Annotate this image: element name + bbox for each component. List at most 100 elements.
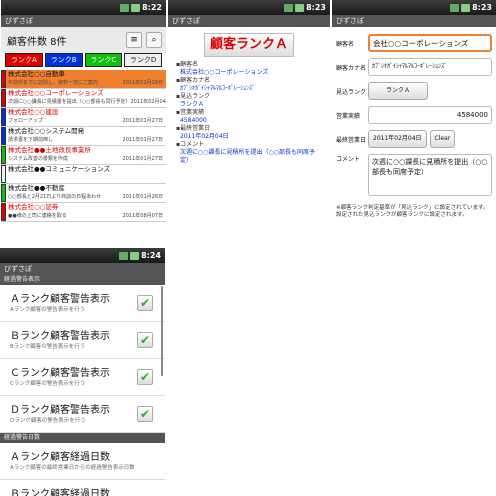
rank-tab[interactable]: ランクA — [5, 53, 43, 67]
row-meta: システム改善の書類を作成 2011年01月27日 — [8, 155, 166, 164]
row-text: 株式会社○○コーポレーションズ 次週に○○課長に見積書を提出（○○部長も同行予定）… — [6, 89, 166, 107]
name-label: 顧客名 — [336, 40, 355, 48]
app-title: びずさぽ — [1, 15, 166, 27]
row-meta: 次週に○○課長に見積書を提出（○○部長も同行予定）2011年02月04日 — [8, 98, 166, 107]
row-date: 2011年02月04日 — [130, 99, 166, 105]
customer-name: 株式会社●●不動産 — [8, 184, 65, 192]
clock: 8:24 — [141, 251, 161, 260]
customer-count: 顧客件数 8件 — [7, 36, 67, 48]
app-title: びずさぽ — [168, 15, 330, 27]
row-date: 2011年02月28日 — [122, 80, 163, 86]
row-date: 2011年08月07日 — [122, 213, 163, 219]
rank-tab[interactable]: ランクB — [44, 53, 83, 67]
pref-item[interactable]: Ａランク顧客警告表示 Aランク顧客の警告表示を行う ✔ — [0, 285, 165, 322]
date-label: 最終営業日 — [336, 136, 367, 144]
row-meta: 午前中までに訪問し、資料一式にご案内 2011年02月28日 — [8, 79, 166, 88]
app-title: びずさぽ — [0, 263, 165, 275]
status-bar: 8:23 — [332, 0, 496, 15]
customer-name: 株式会社○○コーポレーションズ — [8, 89, 104, 97]
rank-tab[interactable]: ランクC — [84, 53, 123, 67]
row-date: 2011年01月27日 — [122, 118, 163, 124]
row-comment: 次週に○○課長に見積書を提出（○○部長も同行予定） — [8, 99, 131, 105]
rank-tab[interactable]: ランクD — [124, 53, 162, 67]
row-text: 株式会社●●不動産 ○○部長と2月21日より商談の日程あわせ 2011年01月26日 — [6, 184, 166, 202]
rank-note: ※顧客ランク判定基準が「見込ランク」に設定されています。設定された見込ランクが顧… — [336, 205, 489, 218]
battery-icon — [131, 3, 141, 12]
scrollbar[interactable] — [161, 286, 163, 376]
row-comment: フォローアップ — [8, 118, 43, 124]
pref-title: Ｂランク顧客経過日数 — [10, 489, 110, 496]
customer-row[interactable]: 株式会社○○コーポレーションズ 次週に○○課長に見積書を提出（○○部長も同行予定）… — [1, 89, 166, 108]
detail-value: 次週に○○課長に見積所を提出（○○部長も同席予定） — [180, 149, 315, 164]
detail-value: 株式会社○○コーポレーションズ — [180, 69, 269, 76]
checkbox-checked-icon[interactable]: ✔ — [137, 369, 153, 385]
kana-input[interactable]: ｶﾌﾞｼｷｶﾞｲｼｬﾏﾙﾏﾙｺｰﾎﾟﾚｰｼｮﾝｽﾞ — [368, 58, 492, 76]
section-warning-display: 経過警告表示 — [0, 275, 165, 285]
customer-list-screen: 8:22 びずさぽ 顧客件数 8件 ≡ ⌕ ランクA ランクB ランクC ランクD 株… — [1, 0, 166, 240]
pref-item[interactable]: Ｂランク顧客経過日数 — [0, 480, 165, 496]
customer-row[interactable]: 株式会社●●土地改良事業所 システム改善の書類を作成 2011年01月27日 — [1, 146, 166, 165]
pref-item[interactable]: Ｄランク顧客警告表示 Dランク顧客の警告表示を行う ✔ — [0, 396, 165, 433]
row-meta: ○○部長と2月21日より商談の日程あわせ 2011年01月26日 — [8, 193, 166, 202]
detail-list: ▪顧客名 株式会社○○コーポレーションズ ▪顧客カナ名 ｶﾌﾞｼｷｶﾞｲｼｬﾏﾙﾏﾙｺ… — [168, 57, 330, 169]
customer-row[interactable]: 株式会社○○証券 ●●様の上司に連絡を取る 2011年08月07日 — [1, 203, 166, 222]
signal-icon — [119, 251, 129, 260]
row-text: 株式会社●●コミュニケーションズ — [6, 165, 166, 183]
pref-summary: Aランク顧客の最終営業日からの経過警告表示日数 — [10, 465, 135, 471]
detail-key: ▪顧客名 — [176, 61, 199, 68]
pref-item[interactable]: Ｃランク顧客警告表示 Cランク顧客の警告表示を行う ✔ — [0, 359, 165, 396]
clock: 8:23 — [306, 3, 326, 12]
sales-label: 営業実績 — [336, 112, 361, 120]
comment-label: コメント — [336, 156, 361, 163]
rank-select[interactable]: ランクＡ — [368, 82, 428, 100]
row-text: 株式会社○○自動車 午前中までに訪問し、資料一式にご案内 2011年02月28日 — [6, 70, 166, 88]
sales-input[interactable]: 4584000 — [368, 106, 492, 124]
customer-edit-screen: 8:23 びずさぽ 顧客名 会社○○コーポレーションズ 顧客カナ名 ｶﾌﾞｼｷｶﾞｲ… — [332, 0, 496, 240]
row-text: 株式会社●●土地改良事業所 システム改善の書類を作成 2011年01月27日 — [6, 146, 166, 164]
checkbox-checked-icon[interactable]: ✔ — [137, 332, 153, 348]
kana-label: 顧客カナ名 — [336, 64, 367, 72]
customer-row[interactable]: 株式会社●●コミュニケーションズ — [1, 165, 166, 184]
comment-input[interactable]: 次週に○○課長に見積所を提出（○○部長も同席予定） — [368, 154, 492, 196]
customer-row[interactable]: 株式会社●●不動産 ○○部長と2月21日より商談の日程あわせ 2011年01月26日 — [1, 184, 166, 203]
row-date: 2011年01月26日 — [122, 194, 163, 200]
row-comment: 午前中までに訪問し、資料一式にご案内 — [8, 80, 98, 86]
rank-filter-tabs: ランクA ランクB ランクC ランクD — [1, 53, 166, 67]
customer-name-input[interactable]: 会社○○コーポレーションズ — [368, 34, 492, 52]
pref-item[interactable]: Ｂランク顧客警告表示 Bランク顧客の警告表示を行う ✔ — [0, 322, 165, 359]
elapsed-days-list: Ａランク顧客経過日数 Aランク顧客の最終営業日からの経過警告表示日数 Ｂランク顧客経… — [0, 443, 165, 496]
rank-label: 見込ランク — [336, 88, 367, 96]
customer-row[interactable]: 株式会社○○システム開発 請求書を下期前倒し 2011年01月27日 — [1, 127, 166, 146]
row-comment: 請求書を下期前倒し — [8, 137, 54, 143]
detail-value: ランクＡ — [180, 101, 205, 108]
customer-row[interactable]: 株式会社○○建設 フォローアップ 2011年01月27日 — [1, 108, 166, 127]
row-meta: フォローアップ 2011年01月27日 — [8, 117, 166, 126]
search-icon[interactable]: ⌕ — [146, 32, 162, 48]
battery-icon — [130, 251, 140, 260]
customer-name: 株式会社○○証券 — [8, 203, 59, 211]
checkbox-checked-icon[interactable]: ✔ — [137, 295, 153, 311]
settings-screen: 8:24 びずさぽ 経過警告表示 Ａランク顧客警告表示 Aランク顧客の警告表示を行… — [0, 248, 165, 496]
row-comment: ●●様の上司に連絡を取る — [8, 213, 67, 219]
customer-row[interactable]: 株式会社○○自動車 午前中までに訪問し、資料一式にご案内 2011年02月28日 — [1, 70, 166, 89]
pref-item[interactable]: Ａランク顧客経過日数 Aランク顧客の最終営業日からの経過警告表示日数 — [0, 443, 165, 480]
detail-key: ▪営業実績 — [176, 109, 205, 116]
menu-icon[interactable]: ≡ — [126, 32, 142, 48]
detail-value: 2011年02月04日 — [180, 133, 229, 140]
row-text: 株式会社○○証券 ●●様の上司に連絡を取る 2011年08月07日 — [6, 203, 166, 221]
detail-value: 4584000 — [180, 117, 207, 124]
row-text: 株式会社○○システム開発 請求書を下期前倒し 2011年01月27日 — [6, 127, 166, 145]
signal-icon — [450, 3, 460, 12]
battery-icon — [295, 3, 305, 12]
date-picker-button[interactable]: 2011年02月04日 — [368, 130, 427, 148]
customer-detail-screen: 8:23 びずさぽ 顧客ランクＡ ▪顧客名 株式会社○○コーポレーションズ ▪顧客カ… — [168, 0, 330, 240]
warning-pref-list: Ａランク顧客警告表示 Aランク顧客の警告表示を行う ✔ Ｂランク顧客警告表示 Bランク顧… — [0, 285, 165, 433]
customer-name: 株式会社○○建設 — [8, 108, 59, 116]
detail-key: ▪顧客カナ名 — [176, 77, 211, 84]
checkbox-checked-icon[interactable]: ✔ — [137, 406, 153, 422]
row-comment: システム改善の書類を作成 — [8, 156, 68, 162]
clear-button[interactable]: Clear — [429, 130, 456, 148]
row-date: 2011年01月27日 — [122, 137, 163, 143]
clock: 8:23 — [472, 3, 492, 12]
signal-icon — [284, 3, 294, 12]
